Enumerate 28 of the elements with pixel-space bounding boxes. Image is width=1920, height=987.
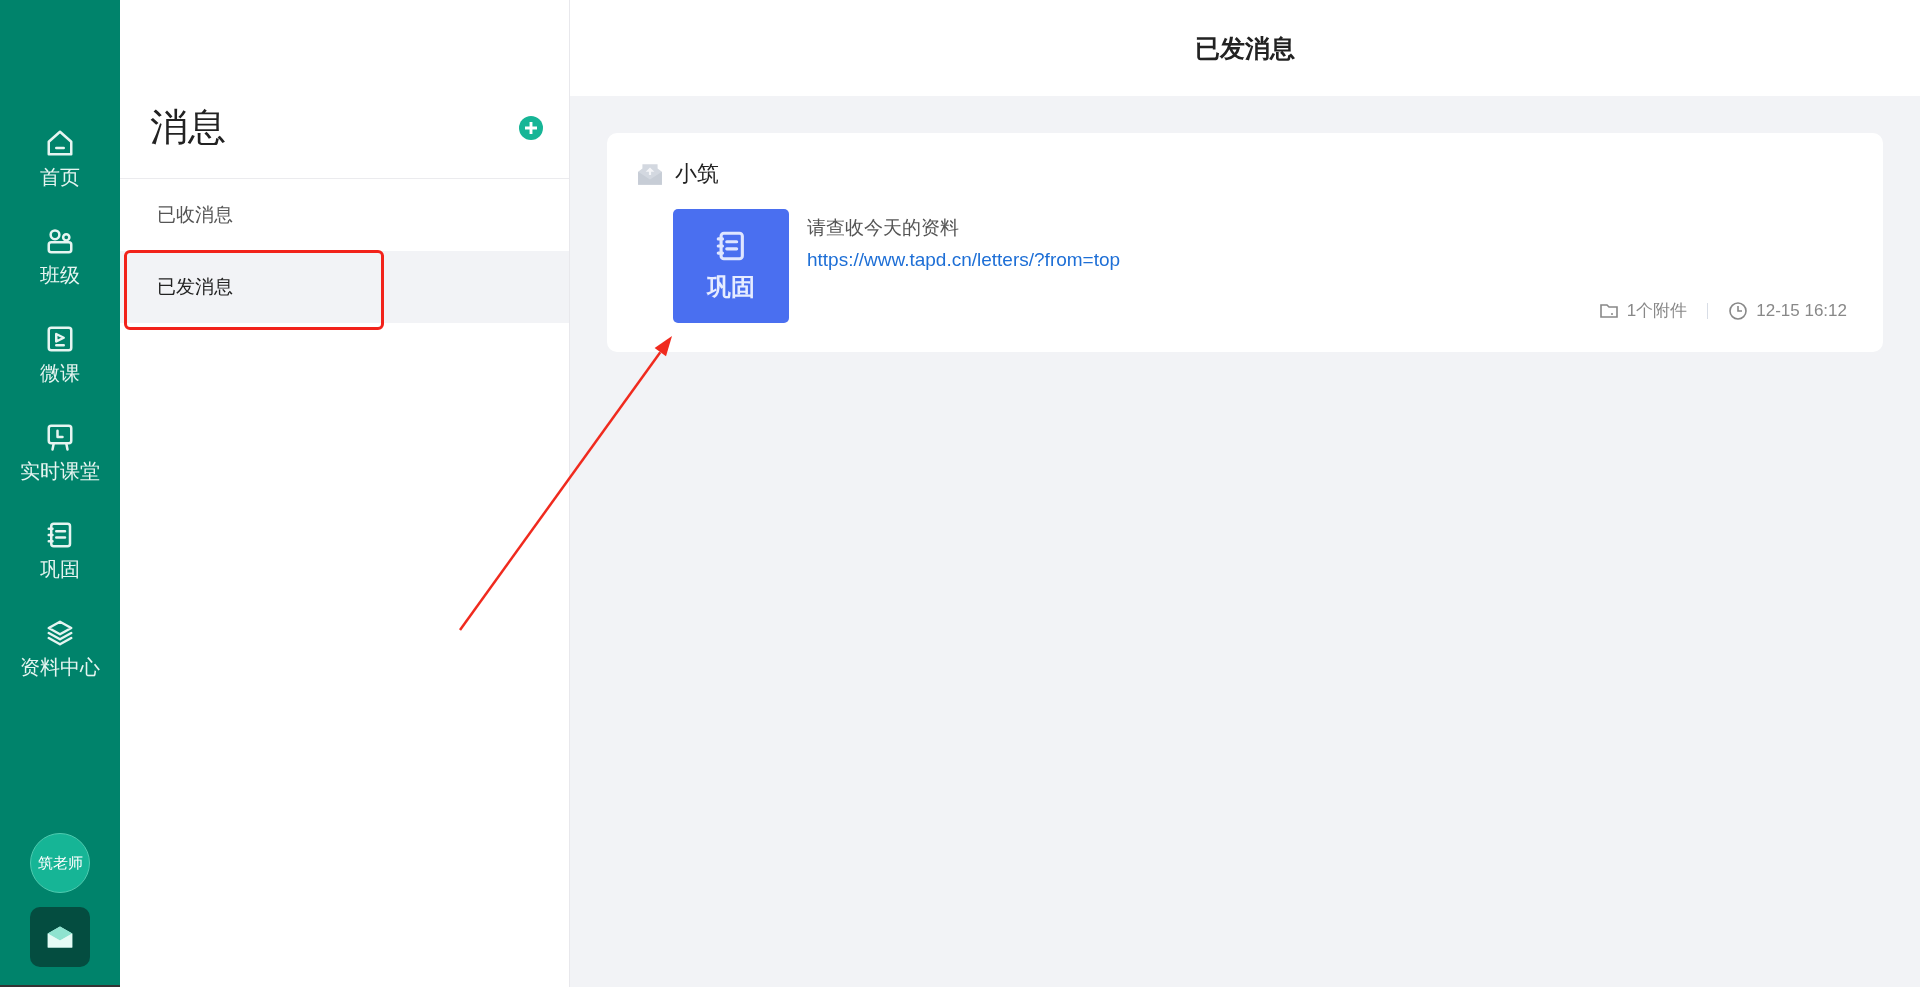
nav-item[interactable]: 微课 [20, 320, 100, 391]
user-avatar[interactable]: 筑老师 [30, 833, 90, 893]
nav-item[interactable]: 巩固 [20, 516, 100, 587]
tile-label: 巩固 [707, 272, 755, 302]
home-icon [45, 128, 75, 158]
nav-item[interactable]: 班级 [20, 222, 100, 293]
whiteboard-icon [45, 422, 75, 452]
nav-item[interactable]: 实时课堂 [20, 418, 100, 489]
message-link[interactable]: https://www.tapd.cn/letters/?from=top [807, 249, 1121, 271]
sender-name: 小筑 [675, 160, 719, 188]
folder-item[interactable]: 已发消息 [120, 251, 569, 323]
clock-icon [1728, 300, 1749, 321]
video-icon [45, 324, 75, 354]
attachment-count: 1个附件 [1626, 300, 1688, 322]
nav-item[interactable]: 资料中心 [20, 614, 100, 685]
nav-item[interactable]: 首页 [20, 124, 100, 195]
people-icon [45, 226, 75, 256]
message-time: 12-15 16:12 [1756, 300, 1847, 321]
add-icon[interactable] [519, 116, 543, 140]
message-text: 请查收今天的资料 [807, 216, 960, 240]
folder-item[interactable]: 已收消息 [120, 179, 569, 251]
layers-icon [45, 618, 75, 648]
assignment-tile[interactable]: 巩固 [673, 209, 789, 323]
envelope-icon [46, 924, 74, 950]
page-title: 已发消息 [1195, 32, 1295, 64]
mail-button[interactable] [30, 907, 90, 967]
panel-title: 消息 [150, 108, 226, 146]
envelope-icon [637, 161, 663, 187]
